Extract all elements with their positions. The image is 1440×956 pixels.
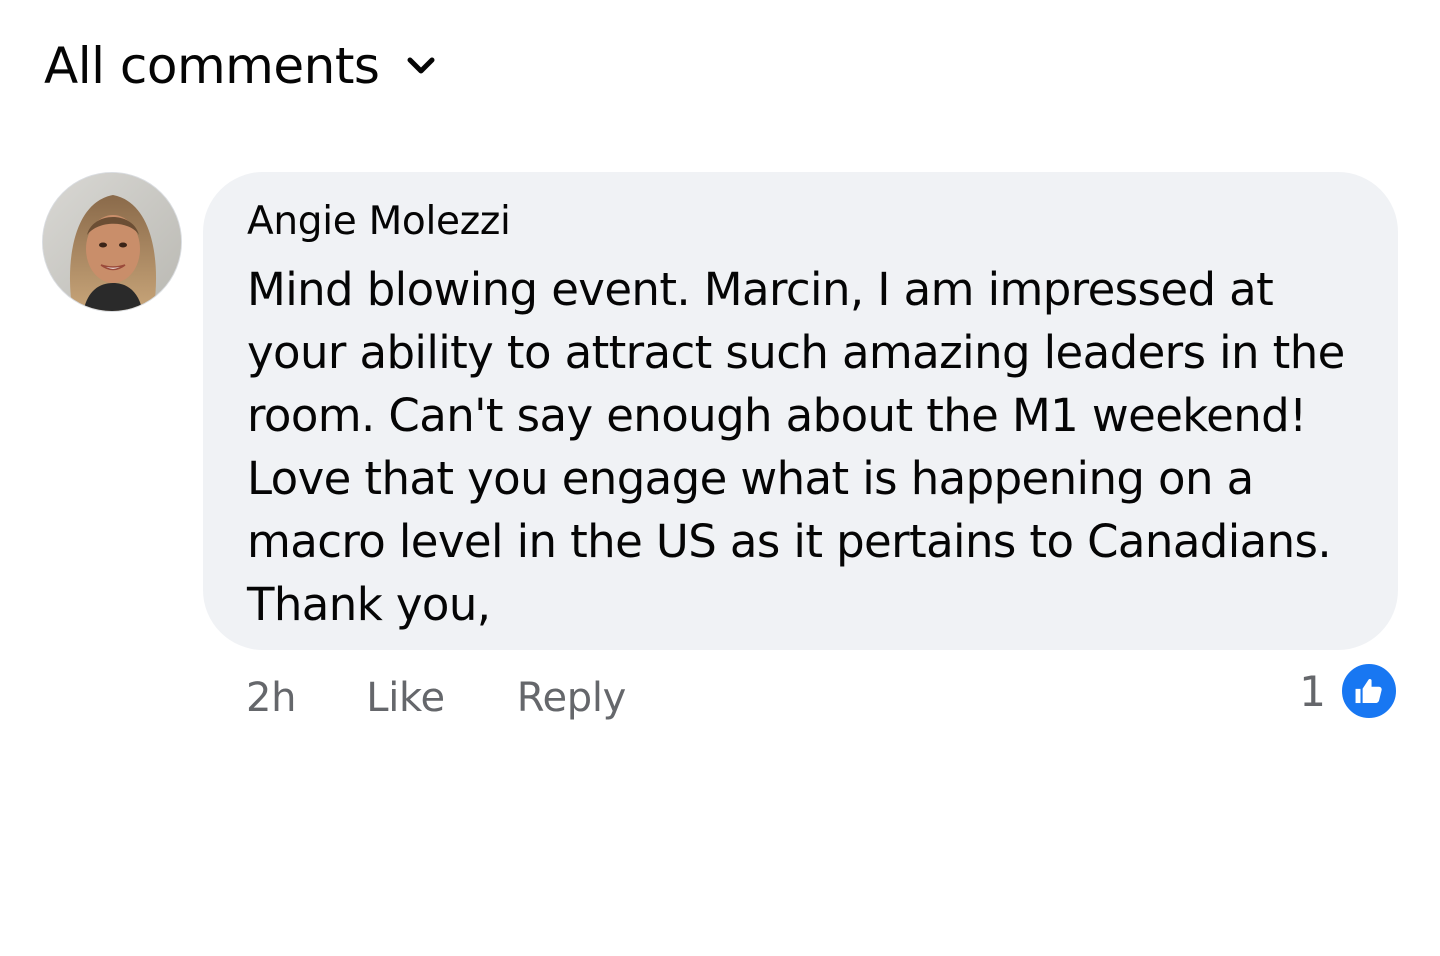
- comment-actions: 2h Like Reply: [246, 670, 626, 726]
- avatar[interactable]: [42, 172, 182, 312]
- comment-text-line: Love that you engage what is happening o…: [247, 452, 1254, 505]
- sort-label: All comments: [44, 37, 380, 95]
- comment-bubble: Angie Molezzi Mind blowing event. Marcin…: [203, 172, 1398, 650]
- comment-text-line: macro level in the US as it pertains to …: [247, 515, 1332, 568]
- comment-text-line: room. Can't say enough about the M1 week…: [247, 389, 1307, 442]
- reaction-count: 1: [1299, 666, 1326, 716]
- profile-photo: [43, 173, 181, 311]
- comment-sort-dropdown[interactable]: All comments: [44, 30, 441, 102]
- comment-text-line: Thank you,: [247, 578, 491, 631]
- thumbs-up-icon: [1340, 662, 1398, 720]
- chevron-down-icon: [401, 46, 441, 86]
- comment-text-line: your ability to attract such amazing lea…: [247, 326, 1345, 379]
- reaction-summary[interactable]: 1: [1299, 662, 1398, 720]
- like-button[interactable]: Like: [366, 675, 445, 721]
- reply-button[interactable]: Reply: [517, 675, 627, 721]
- comment-author[interactable]: Angie Molezzi: [247, 198, 511, 246]
- comment-text: Mind blowing event. Marcin, I am impress…: [247, 258, 1358, 636]
- comment-text-line: Mind blowing event. Marcin, I am impress…: [247, 263, 1274, 316]
- comment-timestamp[interactable]: 2h: [246, 675, 297, 721]
